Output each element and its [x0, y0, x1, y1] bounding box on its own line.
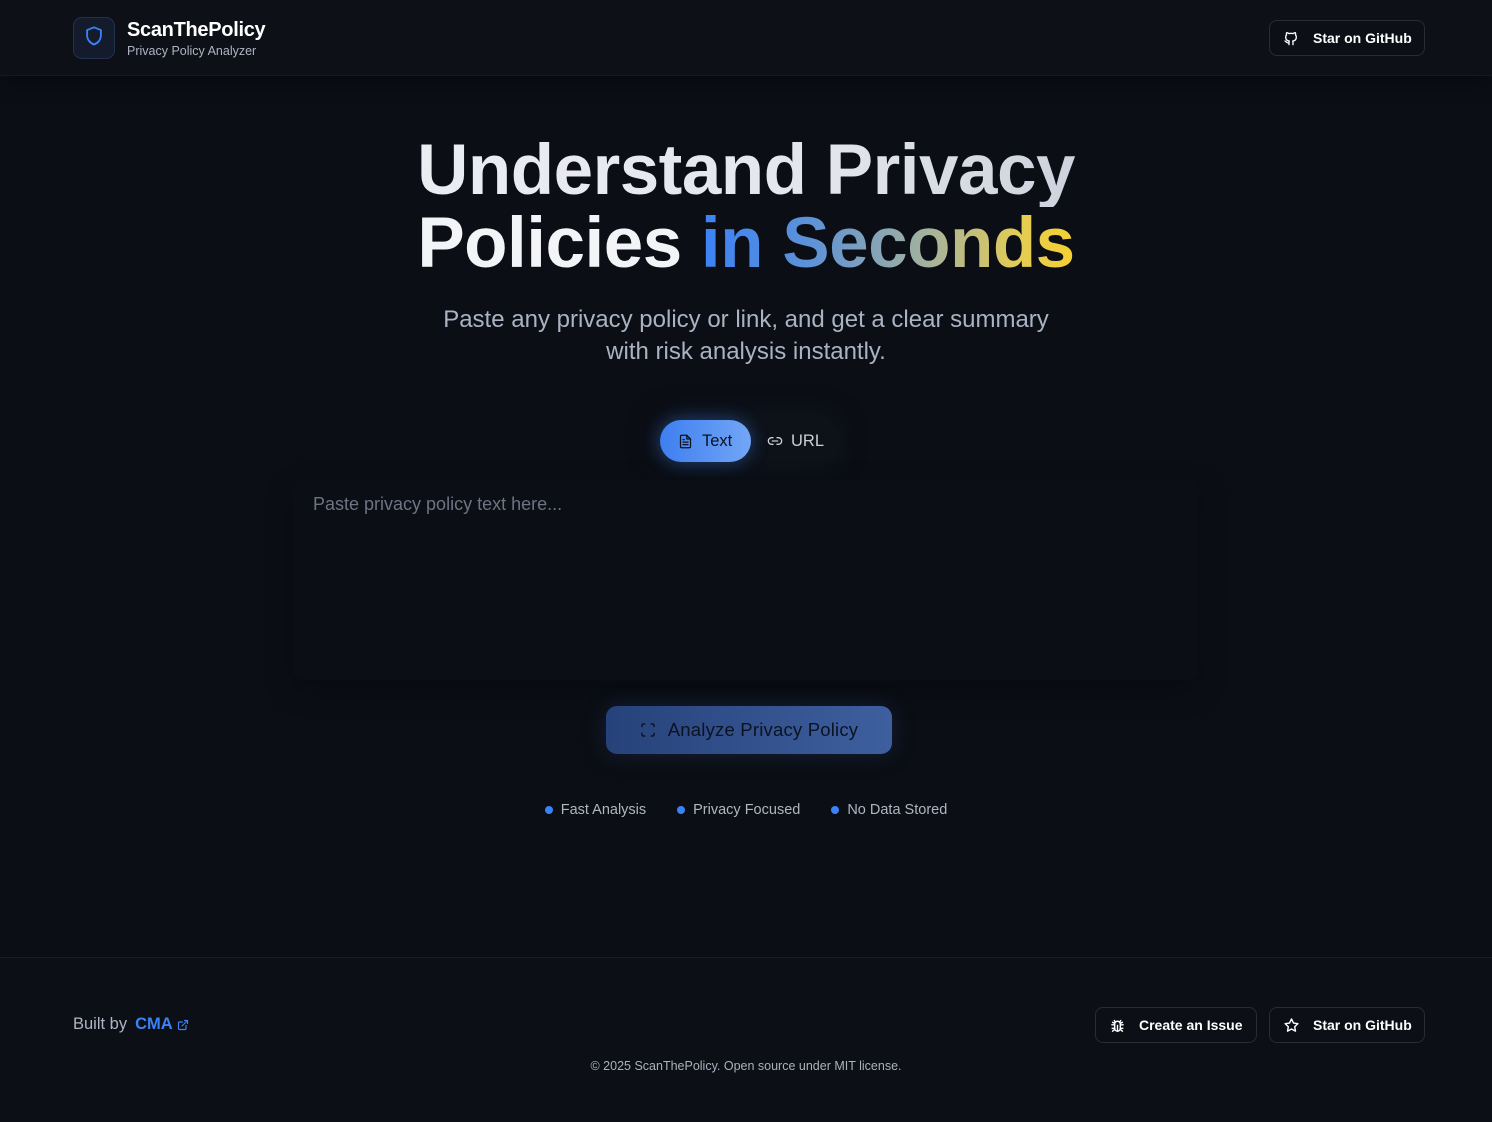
app-root: ScanThePolicy Privacy Policy Analyzer St… [0, 0, 1492, 1122]
logo [73, 17, 115, 59]
built-by: Built by CMA [73, 1015, 189, 1034]
built-by-prefix: Built by [73, 1015, 128, 1033]
tab-text[interactable]: Text [660, 420, 751, 462]
tab-text-label: Text [702, 431, 733, 450]
brand-name: ScanThePolicy [127, 18, 266, 41]
feature-label: Privacy Focused [693, 802, 801, 818]
feature-label: Fast Analysis [560, 802, 647, 818]
hero-subtitle-line1: Paste any privacy policy or link, and ge… [443, 306, 1049, 333]
input-mode-tabs: Text URL [654, 414, 840, 468]
top-header: ScanThePolicy Privacy Policy Analyzer St… [0, 0, 1492, 76]
bullet-dot-icon [544, 806, 553, 814]
analyze-button-label: Analyze Privacy Policy [667, 719, 859, 740]
external-link-icon[interactable] [177, 1019, 189, 1031]
hero-title-line2: Policies in Seconds [0, 207, 1492, 280]
brand[interactable]: ScanThePolicy Privacy Policy Analyzer [73, 17, 266, 59]
bullet-dot-icon [831, 806, 840, 814]
hero-title: Understand Privacy Policies in Seconds [0, 134, 1492, 280]
hero-subtitle-line2: with risk analysis instantly. [606, 338, 886, 365]
feature-label: No Data Stored [847, 802, 948, 818]
feature-list: Fast Analysis Privacy Focused No Data St… [0, 802, 1492, 818]
copyright-text: © 2025 ScanThePolicy. Open source under … [590, 1059, 902, 1073]
tab-url[interactable]: URL [760, 420, 834, 462]
analyze-button[interactable]: Analyze Privacy Policy [606, 706, 892, 754]
hero-title-line2-plain: Policies [417, 204, 682, 283]
tab-url-label: URL [791, 431, 825, 450]
link-icon [767, 433, 783, 449]
feature-item: Fast Analysis [544, 802, 647, 818]
header-star-github-button[interactable]: Star on GitHub [1269, 20, 1425, 56]
scan-icon [640, 722, 656, 738]
author-link[interactable]: CMA [135, 1015, 173, 1034]
policy-text-input[interactable] [293, 480, 1199, 680]
hero-subtitle: Paste any privacy policy or link, and ge… [0, 304, 1492, 368]
bullet-dot-icon [677, 806, 686, 814]
feature-item: Privacy Focused [677, 802, 800, 818]
footer-star-github-label: Star on GitHub [1313, 1017, 1412, 1033]
footer-star-github-button[interactable]: Star on GitHub [1269, 1007, 1425, 1043]
shield-icon [83, 25, 105, 52]
hero-title-line2-accent: in Seconds [700, 204, 1075, 283]
document-icon [678, 433, 694, 449]
brand-tagline: Privacy Policy Analyzer [127, 43, 257, 58]
page-footer: Built by CMA Create an Issue Star on Git… [0, 957, 1492, 1122]
bug-icon [1108, 1016, 1126, 1034]
create-issue-label: Create an Issue [1139, 1017, 1243, 1033]
header-star-github-label: Star on GitHub [1313, 30, 1412, 46]
feature-item: No Data Stored [831, 802, 947, 818]
star-icon [1282, 1016, 1300, 1034]
policy-input-container [293, 480, 1199, 680]
brand-text: ScanThePolicy Privacy Policy Analyzer [127, 18, 266, 59]
create-issue-button[interactable]: Create an Issue [1095, 1007, 1257, 1043]
github-icon [1282, 29, 1300, 47]
hero-title-line1: Understand Privacy [0, 134, 1492, 207]
